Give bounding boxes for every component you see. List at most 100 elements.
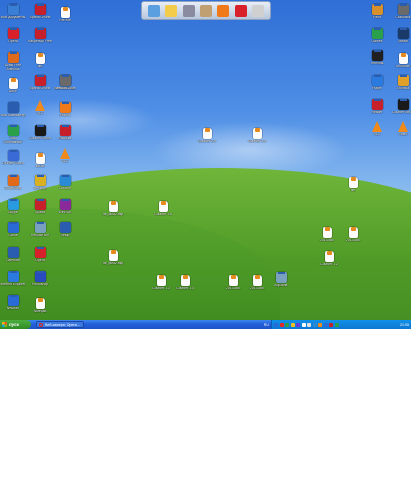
folder-icon[interactable] bbox=[165, 4, 178, 17]
desktop-icon[interactable]: Downloads bbox=[0, 173, 26, 191]
desktop-icon[interactable]: Setup bbox=[52, 220, 78, 238]
desktop-icon[interactable]: Counter 1.6 bbox=[244, 123, 270, 144]
desktop-icon-label: file bbox=[37, 65, 43, 68]
desktop-icon[interactable]: Unknown bbox=[390, 48, 411, 69]
desktop-icon[interactable]: Video bbox=[390, 121, 411, 137]
desktop-icon[interactable]: Chrome bbox=[52, 173, 78, 191]
tray-icon[interactable] bbox=[285, 322, 289, 327]
tool-icon[interactable] bbox=[182, 4, 195, 17]
desktop-icon[interactable]: Корзина bbox=[268, 270, 294, 288]
desktop-icon[interactable]: file.txt bbox=[27, 148, 53, 169]
desktop-icon-label: Counter 2.6 bbox=[198, 140, 216, 143]
desktop-icon[interactable]: Sparta Online bbox=[27, 73, 53, 91]
clock[interactable]: 21:05 bbox=[400, 323, 409, 327]
desktop-icon[interactable]: file bbox=[27, 48, 53, 69]
desktop-icon[interactable]: Reader bbox=[364, 97, 390, 115]
desktop-icon[interactable]: Internet Explorer bbox=[0, 269, 26, 287]
desktop-icon[interactable]: Calendar bbox=[0, 245, 26, 263]
desktop-icon[interactable]: de_dust2.bsp bbox=[100, 245, 126, 266]
desktop-icon-label: Sparta Online bbox=[29, 16, 51, 19]
desktop-icon[interactable]: Skype bbox=[0, 197, 26, 215]
desktop-icon-label: Terminal bbox=[370, 62, 384, 65]
desktop-icon-label: WinRAR bbox=[58, 211, 72, 214]
desktop-icon[interactable]: Firefox bbox=[52, 100, 78, 118]
desktop-icon-label: Desktop bbox=[33, 187, 47, 190]
desktop-icon[interactable]: Game bbox=[0, 220, 26, 238]
desktop-icon[interactable]: Recycle Bin bbox=[27, 220, 53, 238]
desktop-icon[interactable]: Counter 1.2 bbox=[316, 246, 342, 267]
firefox-icon[interactable] bbox=[217, 4, 230, 17]
desktop-icon[interactable]: 2013.doc bbox=[220, 270, 246, 291]
desktop-icon[interactable]: VLC bbox=[27, 100, 53, 116]
vlc-icon bbox=[372, 121, 382, 132]
desktop-icon[interactable]: Shortcut bbox=[390, 73, 411, 91]
app-icon bbox=[7, 4, 19, 15]
vlc-icon bbox=[398, 121, 408, 132]
desktop-icon[interactable]: Counter 1.3 bbox=[148, 270, 174, 291]
app-icon bbox=[7, 102, 19, 113]
desktop-icon[interactable]: Desktop bbox=[27, 173, 53, 191]
desktop-icon-label: Shortcut bbox=[396, 87, 410, 90]
desktop-icon[interactable]: Мои документы bbox=[0, 2, 26, 20]
start-button[interactable]: пуск bbox=[0, 320, 31, 329]
tray-icon[interactable] bbox=[296, 322, 300, 327]
tray-icon[interactable] bbox=[279, 322, 284, 327]
desktop-icon[interactable]: Counter 1.6 bbox=[150, 196, 176, 217]
desktop-icon-label: Opera bbox=[8, 40, 18, 43]
desktop-icon[interactable]: File.exe bbox=[52, 2, 78, 23]
itunes-icon[interactable] bbox=[147, 4, 160, 17]
tray-icon[interactable] bbox=[329, 322, 333, 327]
desktop-icon[interactable]: Network Drive bbox=[52, 73, 78, 91]
tray-icon[interactable] bbox=[274, 322, 278, 327]
desktop-icon[interactable]: Avast Free Antivirus bbox=[0, 50, 26, 72]
desktop-icon[interactable]: Counter Strike bbox=[27, 123, 53, 141]
desktop-icon[interactable]: Rockstar bbox=[52, 123, 78, 141]
desktop-icon[interactable]: Total Commander bbox=[0, 123, 26, 145]
desktop-icon[interactable]: Paint bbox=[364, 2, 390, 20]
desktop[interactable]: Мои документы Sparta Online File.exe Opera K… bbox=[0, 0, 411, 320]
desktop-icon[interactable]: 2013.doc bbox=[314, 222, 340, 243]
tray-icon[interactable] bbox=[307, 322, 311, 327]
desktop-icon[interactable]: Sparta bbox=[27, 197, 53, 215]
desktop-icon[interactable]: 2013.doc bbox=[244, 270, 270, 291]
desktop-icon[interactable]: VLC bbox=[364, 121, 390, 137]
desktop-icon[interactable]: WinRAR bbox=[52, 197, 78, 215]
phone-icon[interactable] bbox=[252, 4, 265, 17]
desktop-icon[interactable]: AIMP bbox=[0, 73, 26, 94]
desktop-icon[interactable]: Player bbox=[364, 73, 390, 91]
desktop-icon[interactable]: de_dust2.bsp bbox=[100, 196, 126, 217]
desktop-icon[interactable]: Counter Strike bbox=[390, 97, 411, 115]
desktop-icon[interactable]: Counter 1.4 bbox=[172, 270, 198, 291]
desktop-icon-label: Counter 1.2 bbox=[320, 263, 338, 266]
desktop-icon[interactable]: Games bbox=[364, 26, 390, 44]
desktop-icon[interactable]: Opera bbox=[0, 26, 26, 44]
desktop-icon[interactable]: Calculator bbox=[390, 2, 411, 20]
desktop-icon[interactable]: Sparta Online bbox=[27, 2, 53, 20]
opera-icon[interactable] bbox=[234, 4, 247, 17]
desktop-icon[interactable]: Terminal bbox=[364, 48, 390, 66]
tray-icon[interactable] bbox=[318, 322, 322, 327]
desktop-icon[interactable]: Notepad bbox=[27, 293, 53, 314]
desktop-icon-label: Firefox bbox=[59, 114, 71, 117]
desktop-icon[interactable]: Network bbox=[0, 293, 26, 311]
tray-icon[interactable] bbox=[312, 322, 317, 327]
desktop-icon[interactable]: Opera bbox=[27, 245, 53, 263]
desktop-icon[interactable]: Photoshop bbox=[27, 269, 53, 287]
desktop-icon[interactable]: Мой компьютер bbox=[0, 100, 26, 118]
desktop-icon-label: Rockstar bbox=[58, 137, 72, 140]
desktop-icon[interactable]: Steam bbox=[390, 26, 411, 44]
language-indicator[interactable]: RU bbox=[264, 323, 269, 327]
desktop-icon[interactable]: Dr.Web CureIt bbox=[0, 148, 26, 166]
tray-icon[interactable] bbox=[334, 322, 339, 327]
tray-icon[interactable] bbox=[301, 322, 306, 327]
desktop-icon-label: Skype bbox=[8, 211, 18, 214]
tray-icon[interactable] bbox=[290, 322, 295, 327]
desktop-icon[interactable]: 2013.doc bbox=[340, 222, 366, 243]
tray-icon[interactable] bbox=[323, 322, 328, 327]
desktop-icon[interactable]: file bbox=[340, 172, 366, 193]
desktop-icon[interactable]: Kaspersky Free bbox=[27, 26, 53, 44]
desktop-icon[interactable]: VLC bbox=[52, 148, 78, 164]
tool-icon-2[interactable] bbox=[199, 4, 212, 17]
taskbar-button-opera[interactable]: Веб-камера: Opera... bbox=[36, 321, 84, 328]
desktop-icon[interactable]: Counter 2.6 bbox=[194, 123, 220, 144]
